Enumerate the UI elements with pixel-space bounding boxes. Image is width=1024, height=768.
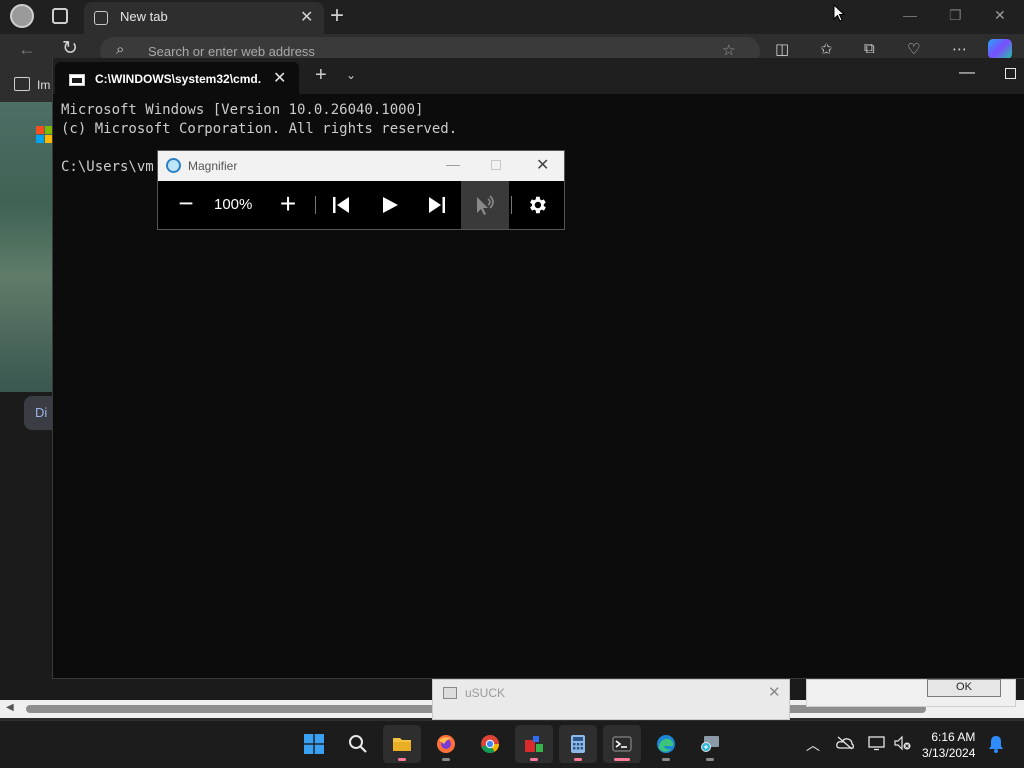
- background-image: [0, 102, 54, 392]
- usuck-window[interactable]: uSUCK ✕: [432, 679, 790, 720]
- windows-logo-icon: [304, 734, 324, 754]
- taskbar-firefox[interactable]: [427, 725, 465, 763]
- magnifier-app-icon: [701, 736, 719, 752]
- console-line: Microsoft Windows [Version 10.0.26040.10…: [61, 102, 424, 118]
- profile-avatar[interactable]: [10, 4, 34, 28]
- taskbar-file-explorer[interactable]: [383, 725, 421, 763]
- taskbar-app-red[interactable]: [515, 725, 553, 763]
- magnifier-title-bar[interactable]: Magnifier — ✕: [158, 151, 564, 181]
- usuck-title: uSUCK: [465, 686, 506, 700]
- import-favorites-icon: [14, 77, 30, 91]
- read-from-here-button[interactable]: [461, 181, 509, 229]
- browser-essentials-icon[interactable]: ♡: [907, 40, 920, 58]
- edge-close-button[interactable]: ✕: [994, 7, 1006, 24]
- favorites-icon[interactable]: ✩: [820, 40, 833, 58]
- taskbar-terminal[interactable]: [603, 725, 641, 763]
- close-tab-icon[interactable]: ✕: [300, 7, 313, 27]
- magnifier-maximize-button: [491, 160, 501, 170]
- back-arrow-icon[interactable]: ←: [18, 39, 36, 60]
- scroll-left-icon[interactable]: ◀: [6, 702, 14, 713]
- search-icon: ⌕: [116, 41, 125, 58]
- skip-forward-icon[interactable]: [427, 195, 447, 215]
- favorite-star-icon[interactable]: ☆: [722, 41, 735, 59]
- app-blocks-icon: [525, 736, 543, 752]
- cmd-tab-title: C:\WINDOWS\system32\cmd.: [95, 72, 262, 86]
- magnifier-close-button[interactable]: ✕: [536, 155, 549, 175]
- discover-label: Di: [35, 405, 48, 420]
- edge-icon: [657, 735, 675, 753]
- volume-muted-icon[interactable]: [894, 735, 912, 751]
- collections-icon[interactable]: ⧉: [864, 40, 875, 57]
- cmd-title-bar: C:\WINDOWS\system32\cmd. ✕ + ⌄ —: [53, 58, 1024, 94]
- edge-tab-new-tab[interactable]: New tab ✕: [84, 2, 324, 34]
- more-options-icon[interactable]: ⋯: [952, 40, 967, 58]
- address-placeholder: Search or enter web address: [148, 44, 315, 59]
- refresh-icon[interactable]: ↻: [62, 37, 78, 60]
- clock-time: 6:16 AM: [931, 730, 976, 744]
- start-button[interactable]: [295, 725, 333, 763]
- taskbar-chrome[interactable]: [471, 725, 509, 763]
- system-clock[interactable]: 6:16 AM 3/13/2024: [922, 729, 975, 761]
- taskbar-edge[interactable]: [647, 725, 685, 763]
- new-tab-button[interactable]: +: [315, 64, 327, 87]
- favorites-bar-item[interactable]: Im: [37, 78, 50, 92]
- play-icon[interactable]: [380, 195, 400, 215]
- console-line: (c) Microsoft Corporation. All rights re…: [61, 121, 458, 137]
- taskbar-calculator[interactable]: [559, 725, 597, 763]
- calculator-icon: [571, 735, 585, 753]
- toolbar-divider: [511, 196, 512, 214]
- search-icon: [349, 735, 367, 753]
- split-screen-icon[interactable]: ◫: [775, 40, 789, 58]
- new-tab-page-icon: [94, 11, 108, 25]
- zoom-out-button[interactable]: −: [172, 181, 200, 229]
- magnifier-window: Magnifier — ✕ − 100% +: [157, 150, 565, 230]
- close-tab-icon[interactable]: ✕: [273, 68, 286, 88]
- chevron-down-icon[interactable]: ⌄: [346, 68, 356, 82]
- ok-button[interactable]: OK: [927, 679, 1001, 697]
- edge-tab-bar: New tab ✕ + — ❐ ✕: [0, 0, 1024, 34]
- chrome-icon: [481, 735, 499, 754]
- skip-back-icon[interactable]: [331, 195, 351, 215]
- usuck-close-button[interactable]: ✕: [768, 683, 781, 701]
- read-from-here-icon: [477, 195, 494, 215]
- toolbar-divider: [315, 196, 316, 214]
- copilot-icon[interactable]: [988, 39, 1012, 59]
- notification-bell-icon[interactable]: [988, 735, 1004, 753]
- cmd-tab[interactable]: C:\WINDOWS\system32\cmd. ✕: [55, 62, 299, 94]
- app-window-icon: [443, 687, 457, 699]
- taskbar: ︿ 6:16 AM 3/13/2024: [0, 720, 1024, 768]
- new-tab-button[interactable]: +: [330, 2, 344, 30]
- message-dialog: OK: [806, 679, 1016, 707]
- clock-date: 3/13/2024: [922, 746, 976, 760]
- network-icon[interactable]: [868, 735, 886, 751]
- magnifier-title: Magnifier: [188, 159, 238, 173]
- magnifier-icon: [166, 158, 181, 173]
- taskbar-magnifier[interactable]: [691, 725, 729, 763]
- search-button[interactable]: [339, 725, 377, 763]
- edge-restore-button[interactable]: ❐: [949, 7, 962, 24]
- cmd-maximize-button[interactable]: [1005, 68, 1016, 79]
- magnifier-minimize-button[interactable]: —: [446, 156, 460, 172]
- onedrive-offline-icon[interactable]: [836, 736, 854, 750]
- edge-tab-title: New tab: [120, 9, 168, 24]
- console-prompt[interactable]: C:\Users\vm: [61, 159, 154, 175]
- firefox-icon: [437, 735, 455, 753]
- zoom-in-button[interactable]: +: [274, 181, 302, 229]
- magnifier-toolbar: − 100% +: [158, 181, 564, 229]
- show-hidden-icons-chevron-icon[interactable]: ︿: [806, 735, 820, 755]
- edge-minimize-button[interactable]: —: [903, 7, 917, 23]
- settings-gear-icon[interactable]: [526, 194, 548, 216]
- zoom-level: 100%: [214, 196, 253, 213]
- terminal-icon: [612, 736, 632, 752]
- cmd-minimize-button[interactable]: —: [959, 64, 975, 82]
- tab-actions-icon[interactable]: [52, 8, 68, 24]
- mouse-cursor-icon: [833, 4, 845, 22]
- folder-icon: [393, 738, 411, 751]
- cmd-icon: [69, 74, 85, 86]
